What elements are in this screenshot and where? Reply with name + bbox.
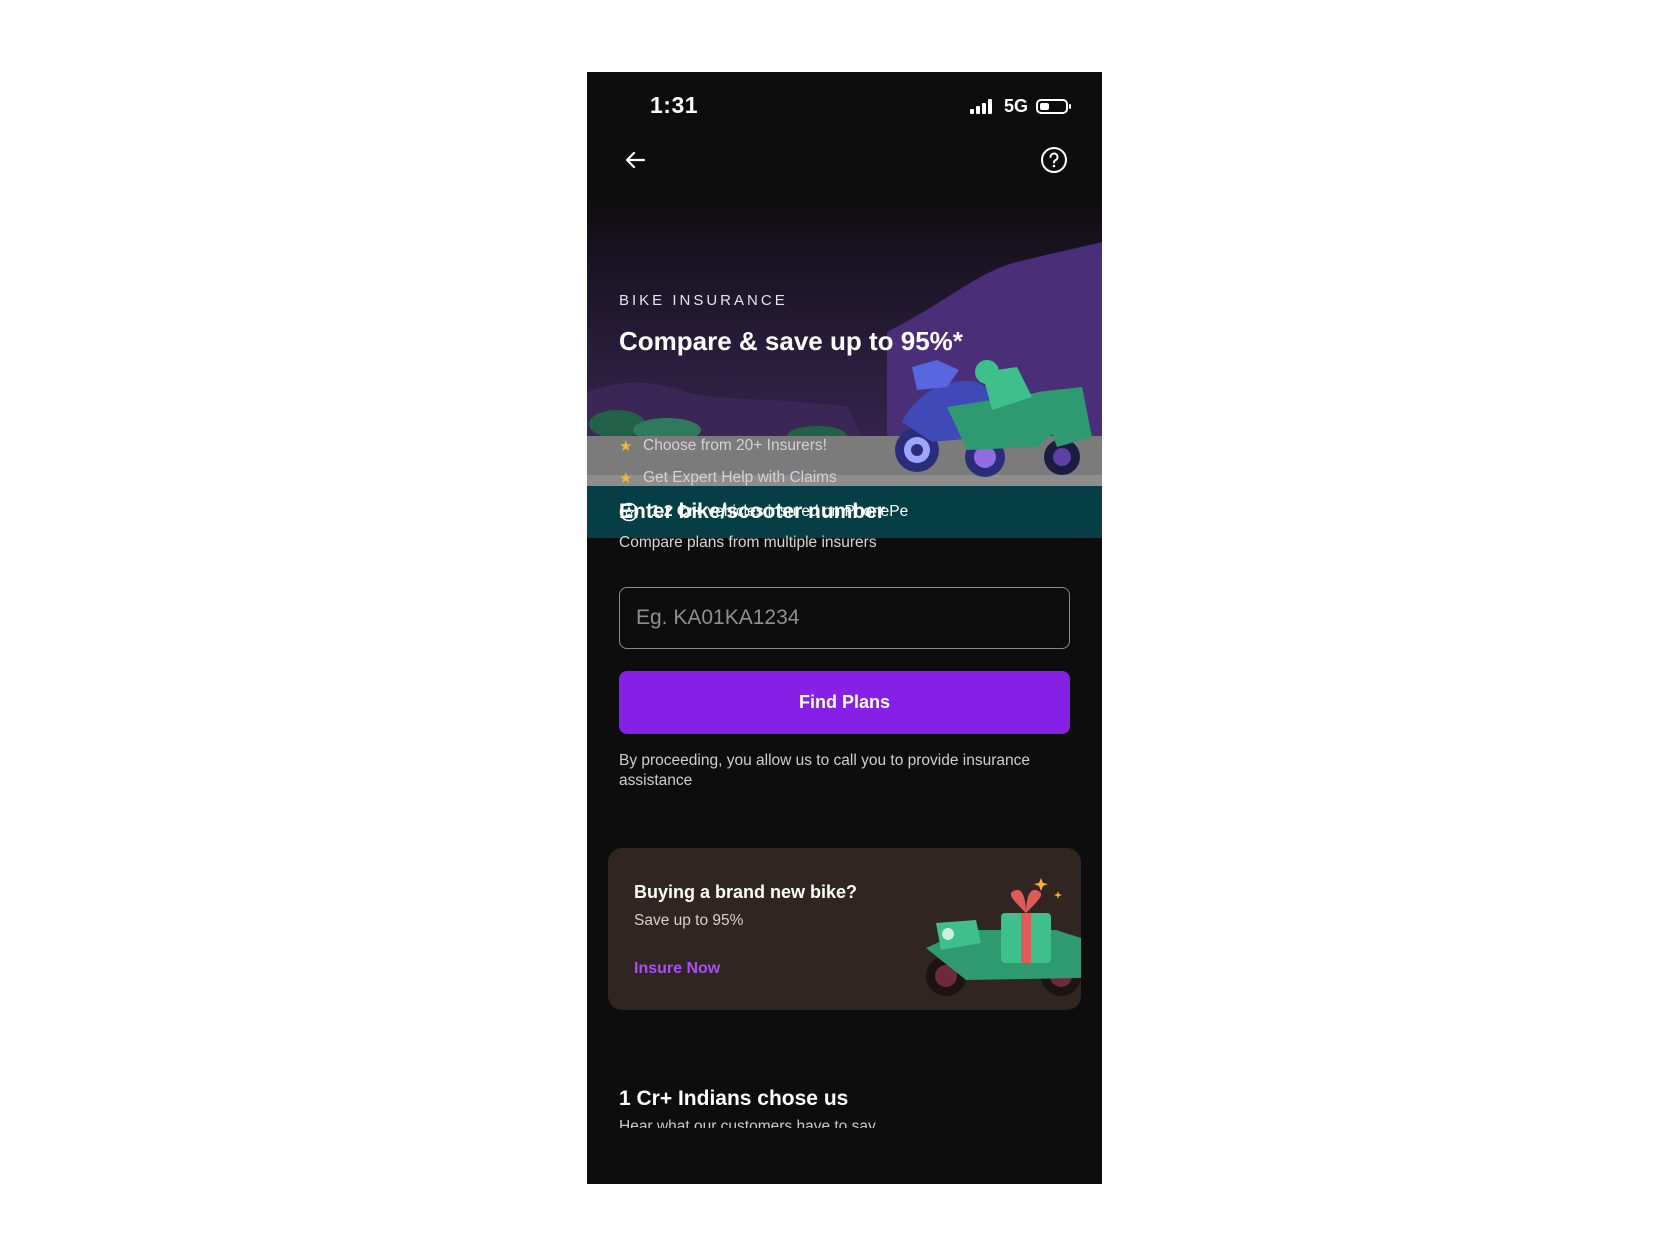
hero-bullets: ★ Choose from 20+ Insurers! ★ Get Expert… <box>619 430 837 486</box>
new-bike-promo-card[interactable]: Buying a brand new bike? Save up to 95% … <box>608 848 1081 1010</box>
form-title: Enter bike/scooter number <box>619 500 886 523</box>
network-type: 5G <box>1003 96 1028 116</box>
social-proof-title: 1 Cr+ Indians chose us <box>619 1087 849 1110</box>
hero-bullet: ★ Choose from 20+ Insurers! <box>619 430 837 462</box>
star-icon: ★ <box>619 438 633 455</box>
vehicle-number-input[interactable] <box>619 587 1070 649</box>
battery-level <box>1040 103 1049 110</box>
find-plans-button[interactable]: Find Plans <box>619 671 1070 734</box>
form-subtitle: Compare plans from multiple insurers <box>619 534 877 551</box>
promo-title: Buying a brand new bike? <box>634 882 858 902</box>
hero-section: BIKE INSURANCE Compare & save up to 95%*… <box>587 192 1102 486</box>
hero-eyebrow: BIKE INSURANCE <box>619 292 788 309</box>
status-bar: 1:31 5G <box>587 72 1102 132</box>
hero-bullet-text: Choose from 20+ Insurers! <box>643 437 827 454</box>
question-circle-icon[interactable] <box>1038 144 1070 176</box>
gift-bike-illustration <box>926 878 1081 996</box>
consent-text: By proceeding, you allow us to call you … <box>619 752 1030 789</box>
status-time: 1:31 <box>650 92 699 118</box>
hero-bullet: ★ Get Expert Help with Claims <box>619 462 837 486</box>
battery-icon <box>1036 99 1071 114</box>
social-proof-subtitle: Hear what our customers have to say <box>619 1118 876 1128</box>
hero-title: Compare & save up to 95%* <box>619 326 963 356</box>
star-icon: ★ <box>619 470 633 486</box>
phone-screen: 1:31 5G BIKE INSURANCE Compare & save up… <box>587 72 1102 1184</box>
nav-bar <box>587 132 1102 192</box>
promo-subtitle: Save up to 95% <box>634 912 744 929</box>
status-indicators: 5G <box>969 96 1071 117</box>
hero-bullet-text: Get Expert Help with Claims <box>643 469 837 486</box>
signal-icon <box>969 98 992 114</box>
arrow-left-icon[interactable] <box>619 144 651 176</box>
insure-now-link[interactable]: Insure Now <box>634 960 720 978</box>
